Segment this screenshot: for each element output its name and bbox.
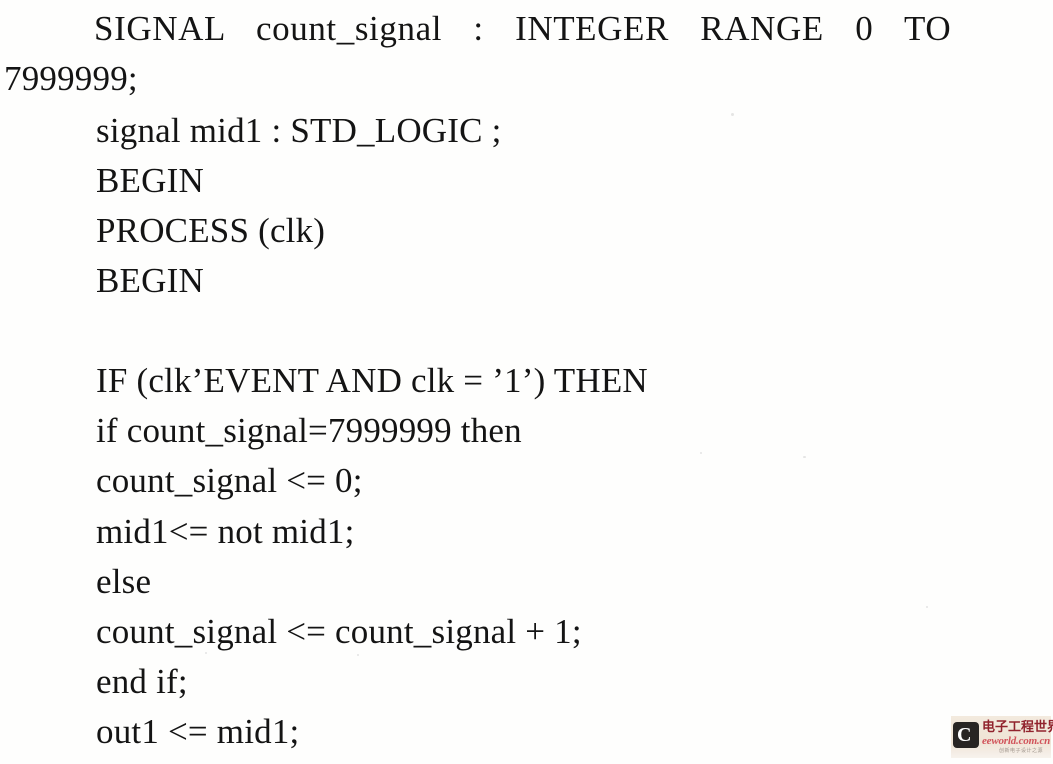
logo-letter: C	[957, 724, 972, 746]
code-line: PROCESS (clk)	[96, 211, 326, 250]
code-line: end if;	[96, 662, 188, 701]
scanned-page: SIGNAL count_signal : INTEGER RANGE 0 TO…	[0, 0, 1053, 764]
code-line: if count_signal=7999999 then	[96, 411, 522, 450]
code-line: IF (clk’EVENT AND clk = ’1’) THEN	[96, 361, 648, 400]
code-line: out1 <= mid1;	[96, 712, 300, 751]
watermark-cn-title: 电子工程世界	[982, 720, 1053, 735]
code-line: BEGIN	[96, 161, 204, 200]
watermark-text-group: 电子工程世界 eeworld.com.cn 创新电子设计之源	[982, 718, 1053, 754]
code-line: else	[96, 562, 152, 601]
code-line: signal mid1 : STD_LOGIC ;	[96, 111, 502, 150]
eeworld-logo-icon: C	[953, 722, 979, 748]
watermark-tagline: 创新电子设计之源	[999, 748, 1044, 754]
code-line: count_signal <= 0;	[96, 461, 363, 500]
code-line: count_signal <= count_signal + 1;	[96, 612, 582, 651]
code-line: 7999999;	[4, 59, 138, 98]
eeworld-watermark: C 电子工程世界 eeworld.com.cn 创新电子设计之源	[951, 716, 1053, 758]
code-line: mid1<= not mid1;	[96, 512, 355, 551]
code-line: SIGNAL count_signal : INTEGER RANGE 0 TO	[94, 9, 952, 48]
code-line: BEGIN	[96, 261, 204, 300]
watermark-url: eeworld.com.cn	[982, 735, 1051, 747]
